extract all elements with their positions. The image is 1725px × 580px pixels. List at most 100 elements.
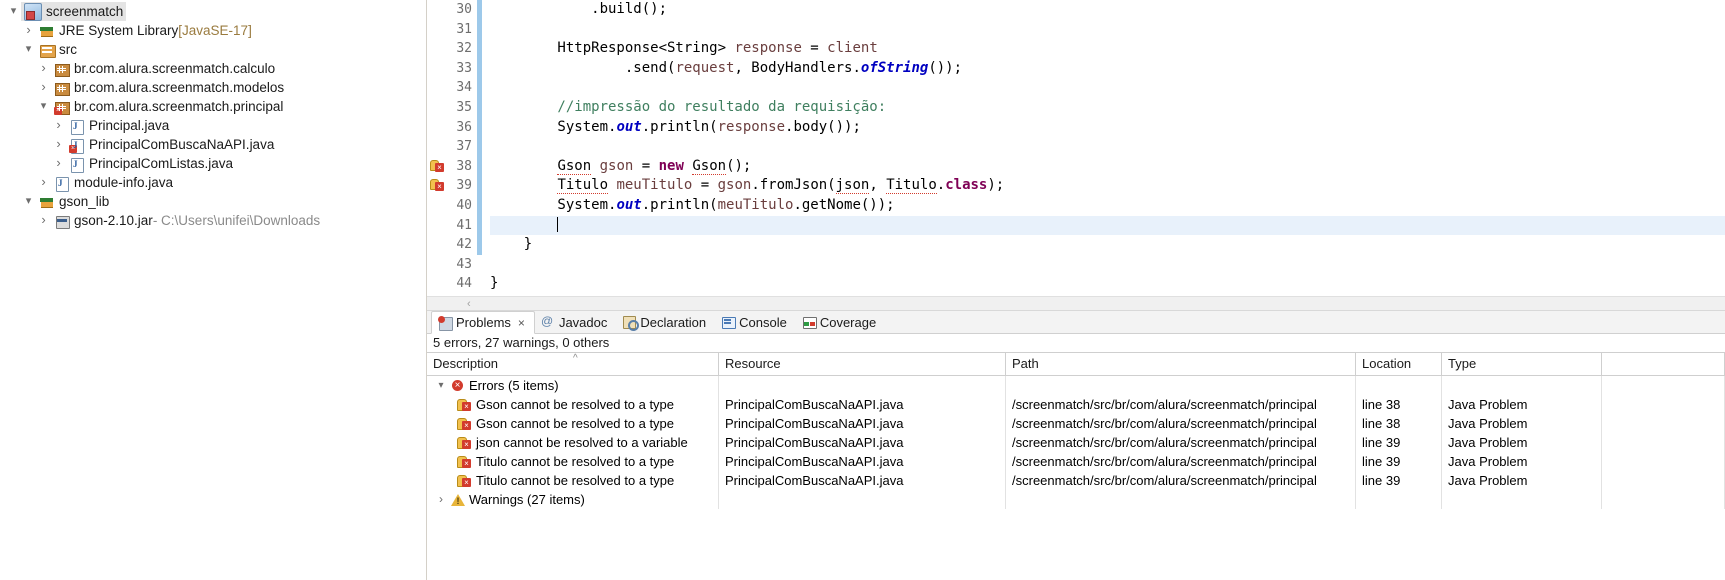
- tree-item[interactable]: br.com.alura.screenmatch.calculo: [0, 59, 426, 78]
- chevron-right-icon[interactable]: [36, 210, 51, 231]
- eclipse-workbench: screenmatch JRE System Library [JavaSE-17…: [0, 0, 1725, 580]
- problem-path: /screenmatch/src/br/com/alura/screenmatc…: [1006, 414, 1356, 433]
- problem-description-cell[interactable]: Gson cannot be resolved to a type: [427, 395, 719, 414]
- tree-item-content[interactable]: screenmatch: [21, 2, 127, 21]
- tree-item-content[interactable]: br.com.alura.screenmatch.calculo: [51, 59, 278, 78]
- code-line[interactable]: .build();: [490, 0, 1725, 20]
- tree-item-content[interactable]: Principal.java: [66, 116, 172, 135]
- problems-group-row[interactable]: Warnings (27 items): [427, 490, 1725, 509]
- problems-table-row[interactable]: Titulo cannot be resolved to a type Princ…: [427, 452, 1725, 471]
- problems-table-row[interactable]: Gson cannot be resolved to a type Princip…: [427, 395, 1725, 414]
- view-tab-bar[interactable]: Problems × Javadoc Declaration Console Covera…: [427, 311, 1725, 334]
- problems-table-row[interactable]: Gson cannot be resolved to a type Princip…: [427, 414, 1725, 433]
- tree-item-content[interactable]: src: [36, 40, 80, 59]
- chevron-right-icon[interactable]: [36, 172, 51, 193]
- tree-item-content[interactable]: × PrincipalComBuscaNaAPI.java: [66, 135, 277, 154]
- scroll-left-chevron-icon[interactable]: ‹: [467, 298, 471, 310]
- problem-location: line 39: [1356, 452, 1442, 471]
- chevron-down-icon[interactable]: [435, 376, 447, 395]
- chevron-right-icon[interactable]: [51, 115, 66, 136]
- group-description-cell[interactable]: Errors (5 items): [427, 376, 719, 395]
- code-line[interactable]: //impressão do resultado da requisição:: [490, 98, 1725, 118]
- tree-item-content[interactable]: PrincipalComListas.java: [66, 154, 236, 173]
- chevron-down-icon[interactable]: [6, 2, 21, 21]
- code-token: meuTitulo: [616, 177, 693, 194]
- code-line[interactable]: }: [490, 235, 1725, 255]
- column-header-location[interactable]: Location: [1356, 353, 1442, 375]
- tree-item[interactable]: br.com.alura.screenmatch.modelos: [0, 78, 426, 97]
- code-line[interactable]: System.out.println(meuTitulo.getNome());: [490, 196, 1725, 216]
- tab-coverage[interactable]: Coverage: [796, 311, 885, 333]
- problems-table[interactable]: Description Resource Path Location Type …: [427, 352, 1725, 580]
- tree-item-content[interactable]: module-info.java: [51, 173, 176, 192]
- editor-marker-ruler[interactable]: × ×: [427, 0, 445, 296]
- tree-item[interactable]: × PrincipalComBuscaNaAPI.java: [0, 135, 426, 154]
- problem-filler: [1602, 452, 1725, 471]
- editor-source-code[interactable]: .build(); HttpResponse<String> response …: [482, 0, 1725, 296]
- problem-resource: PrincipalComBuscaNaAPI.java: [719, 433, 1006, 452]
- package-explorer-tree[interactable]: screenmatch JRE System Library [JavaSE-17…: [0, 0, 427, 580]
- chevron-down-icon[interactable]: [21, 40, 36, 59]
- chevron-right-icon[interactable]: [51, 153, 66, 174]
- tree-item[interactable]: JRE System Library [JavaSE-17]: [0, 21, 426, 40]
- problems-group-row[interactable]: Errors (5 items): [427, 376, 1725, 395]
- problem-path: /screenmatch/src/br/com/alura/screenmatc…: [1006, 471, 1356, 490]
- tree-item-content[interactable]: gson-2.10.jar - C:\Users\unifei\Download…: [51, 211, 323, 230]
- problems-table-row[interactable]: Titulo cannot be resolved to a type Princ…: [427, 471, 1725, 490]
- chevron-down-icon[interactable]: [21, 192, 36, 211]
- code-token: ());: [928, 59, 963, 76]
- code-line[interactable]: [490, 137, 1725, 157]
- column-header-path[interactable]: Path: [1006, 353, 1356, 375]
- problem-description: Gson cannot be resolved to a type: [476, 397, 675, 412]
- chevron-right-icon[interactable]: [36, 58, 51, 79]
- code-token: .: [936, 177, 946, 194]
- tab-problems[interactable]: Problems ×: [431, 311, 535, 334]
- chevron-right-icon[interactable]: [435, 490, 447, 509]
- column-header-type[interactable]: Type: [1442, 353, 1602, 375]
- code-line[interactable]: }: [490, 274, 1725, 294]
- tree-item[interactable]: gson_lib: [0, 192, 426, 211]
- editor-horizontal-scrollbar[interactable]: ‹: [427, 296, 1725, 310]
- chevron-right-icon[interactable]: [51, 134, 66, 155]
- tree-item-content[interactable]: br.com.alura.screenmatch.modelos: [51, 78, 287, 97]
- tree-item[interactable]: src: [0, 40, 426, 59]
- error-quickfix-marker-icon[interactable]: ×: [430, 178, 444, 192]
- problem-description-cell[interactable]: Titulo cannot be resolved to a type: [427, 452, 719, 471]
- tree-item[interactable]: gson-2.10.jar - C:\Users\unifei\Download…: [0, 211, 426, 230]
- problems-table-header[interactable]: Description Resource Path Location Type …: [427, 353, 1725, 376]
- tree-item-content[interactable]: JRE System Library [JavaSE-17]: [36, 21, 255, 40]
- line-number: 34: [456, 80, 472, 96]
- column-header-resource[interactable]: Resource: [719, 353, 1006, 375]
- problems-table-body[interactable]: Errors (5 items) Gson cannot be resolved …: [427, 376, 1725, 509]
- tree-item-content[interactable]: gson_lib: [36, 192, 112, 211]
- chevron-down-icon[interactable]: [36, 97, 51, 116]
- code-line[interactable]: Gson gson = new Gson();: [490, 157, 1725, 177]
- code-line[interactable]: [490, 215, 1725, 236]
- tree-item[interactable]: module-info.java: [0, 173, 426, 192]
- code-line[interactable]: Titulo meuTitulo = gson.fromJson(json, T…: [490, 176, 1725, 196]
- problems-table-row[interactable]: json cannot be resolved to a variable Pri…: [427, 433, 1725, 452]
- code-line[interactable]: .send(request, BodyHandlers.ofString());: [490, 59, 1725, 79]
- close-icon[interactable]: ×: [518, 316, 525, 330]
- error-quickfix-marker-icon[interactable]: ×: [430, 159, 444, 173]
- problem-description-cell[interactable]: Gson cannot be resolved to a type: [427, 414, 719, 433]
- code-line[interactable]: HttpResponse<String> response = client: [490, 39, 1725, 59]
- code-line[interactable]: [490, 20, 1725, 40]
- problem-description-cell[interactable]: json cannot be resolved to a variable: [427, 433, 719, 452]
- tree-item[interactable]: Principal.java: [0, 116, 426, 135]
- tab-console[interactable]: Console: [715, 311, 796, 333]
- tree-item-content[interactable]: × br.com.alura.screenmatch.principal: [51, 97, 286, 116]
- tab-declaration[interactable]: Declaration: [616, 311, 715, 333]
- code-line[interactable]: [490, 255, 1725, 275]
- problem-description-cell[interactable]: Titulo cannot be resolved to a type: [427, 471, 719, 490]
- tree-item[interactable]: screenmatch: [0, 2, 426, 21]
- code-line[interactable]: [490, 78, 1725, 98]
- tree-item[interactable]: × br.com.alura.screenmatch.principal: [0, 97, 426, 116]
- code-editor[interactable]: × × 30 31 32 33 34 35 36 37 38 39 40 41 42 43 44 .build…: [427, 0, 1725, 296]
- tab-javadoc[interactable]: Javadoc: [535, 311, 616, 333]
- code-line[interactable]: System.out.println(response.body());: [490, 118, 1725, 138]
- chevron-right-icon[interactable]: [36, 77, 51, 98]
- tree-item[interactable]: PrincipalComListas.java: [0, 154, 426, 173]
- group-description-cell[interactable]: Warnings (27 items): [427, 490, 719, 509]
- chevron-right-icon[interactable]: [21, 20, 36, 41]
